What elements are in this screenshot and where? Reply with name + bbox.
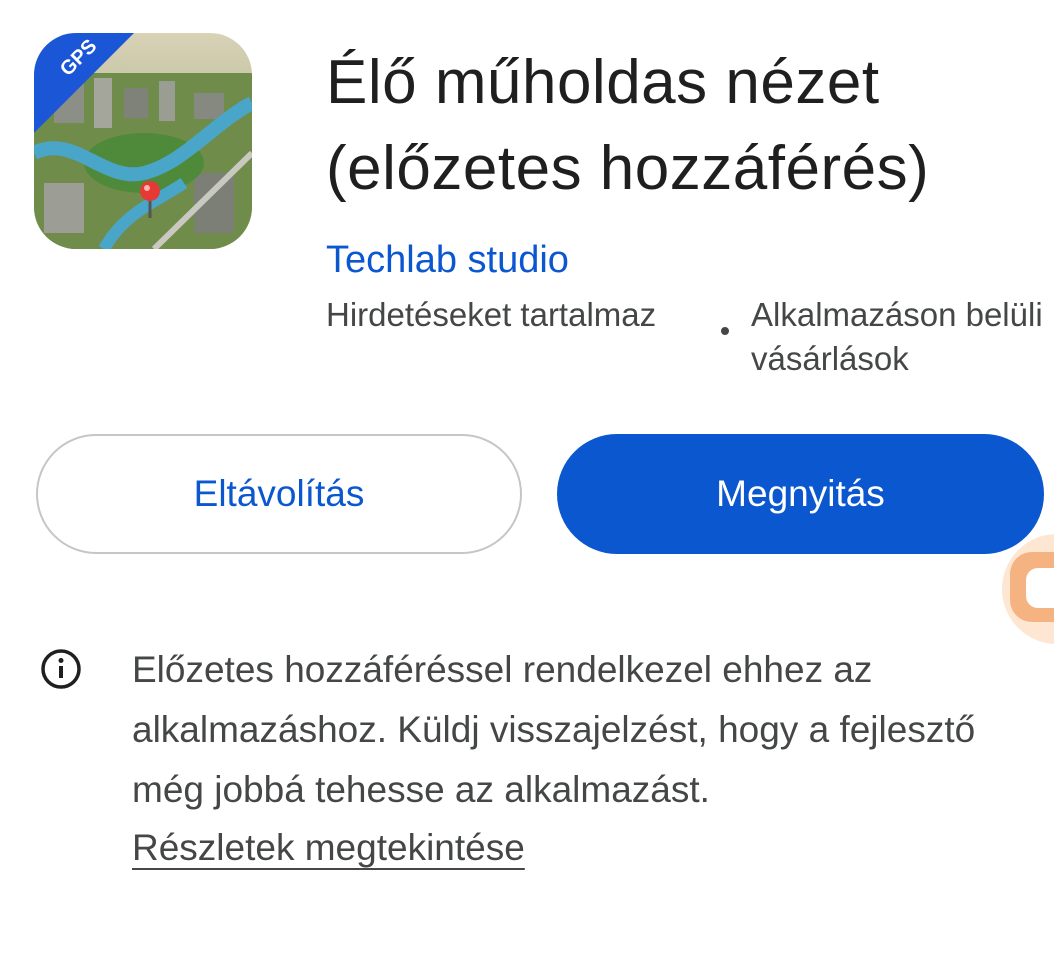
- in-app-purchases-label: Alkalmazáson belüli vásárlások: [751, 296, 1043, 377]
- app-details-page: GPS Élő műholdas nézet (előzetes hozzáfé…: [0, 0, 1054, 953]
- early-access-message: Előzetes hozzáféréssel rendelkezel ehhez…: [132, 649, 976, 810]
- app-title: Élő műholdas nézet (előzetes hozzáférés): [326, 48, 930, 203]
- info-circle-icon: [40, 648, 82, 690]
- separator-dot: [721, 327, 729, 335]
- app-icon: GPS: [34, 33, 252, 249]
- open-button[interactable]: Megnyitás: [557, 434, 1044, 554]
- contains-ads-label: Hirdetéseket tartalmaz: [326, 296, 657, 333]
- uninstall-button[interactable]: Eltávolítás: [36, 434, 522, 554]
- details-link[interactable]: Részletek megtekintése: [132, 820, 525, 876]
- developer-link[interactable]: Techlab studio: [326, 236, 569, 284]
- floating-overlay-handle-core: [1026, 568, 1054, 608]
